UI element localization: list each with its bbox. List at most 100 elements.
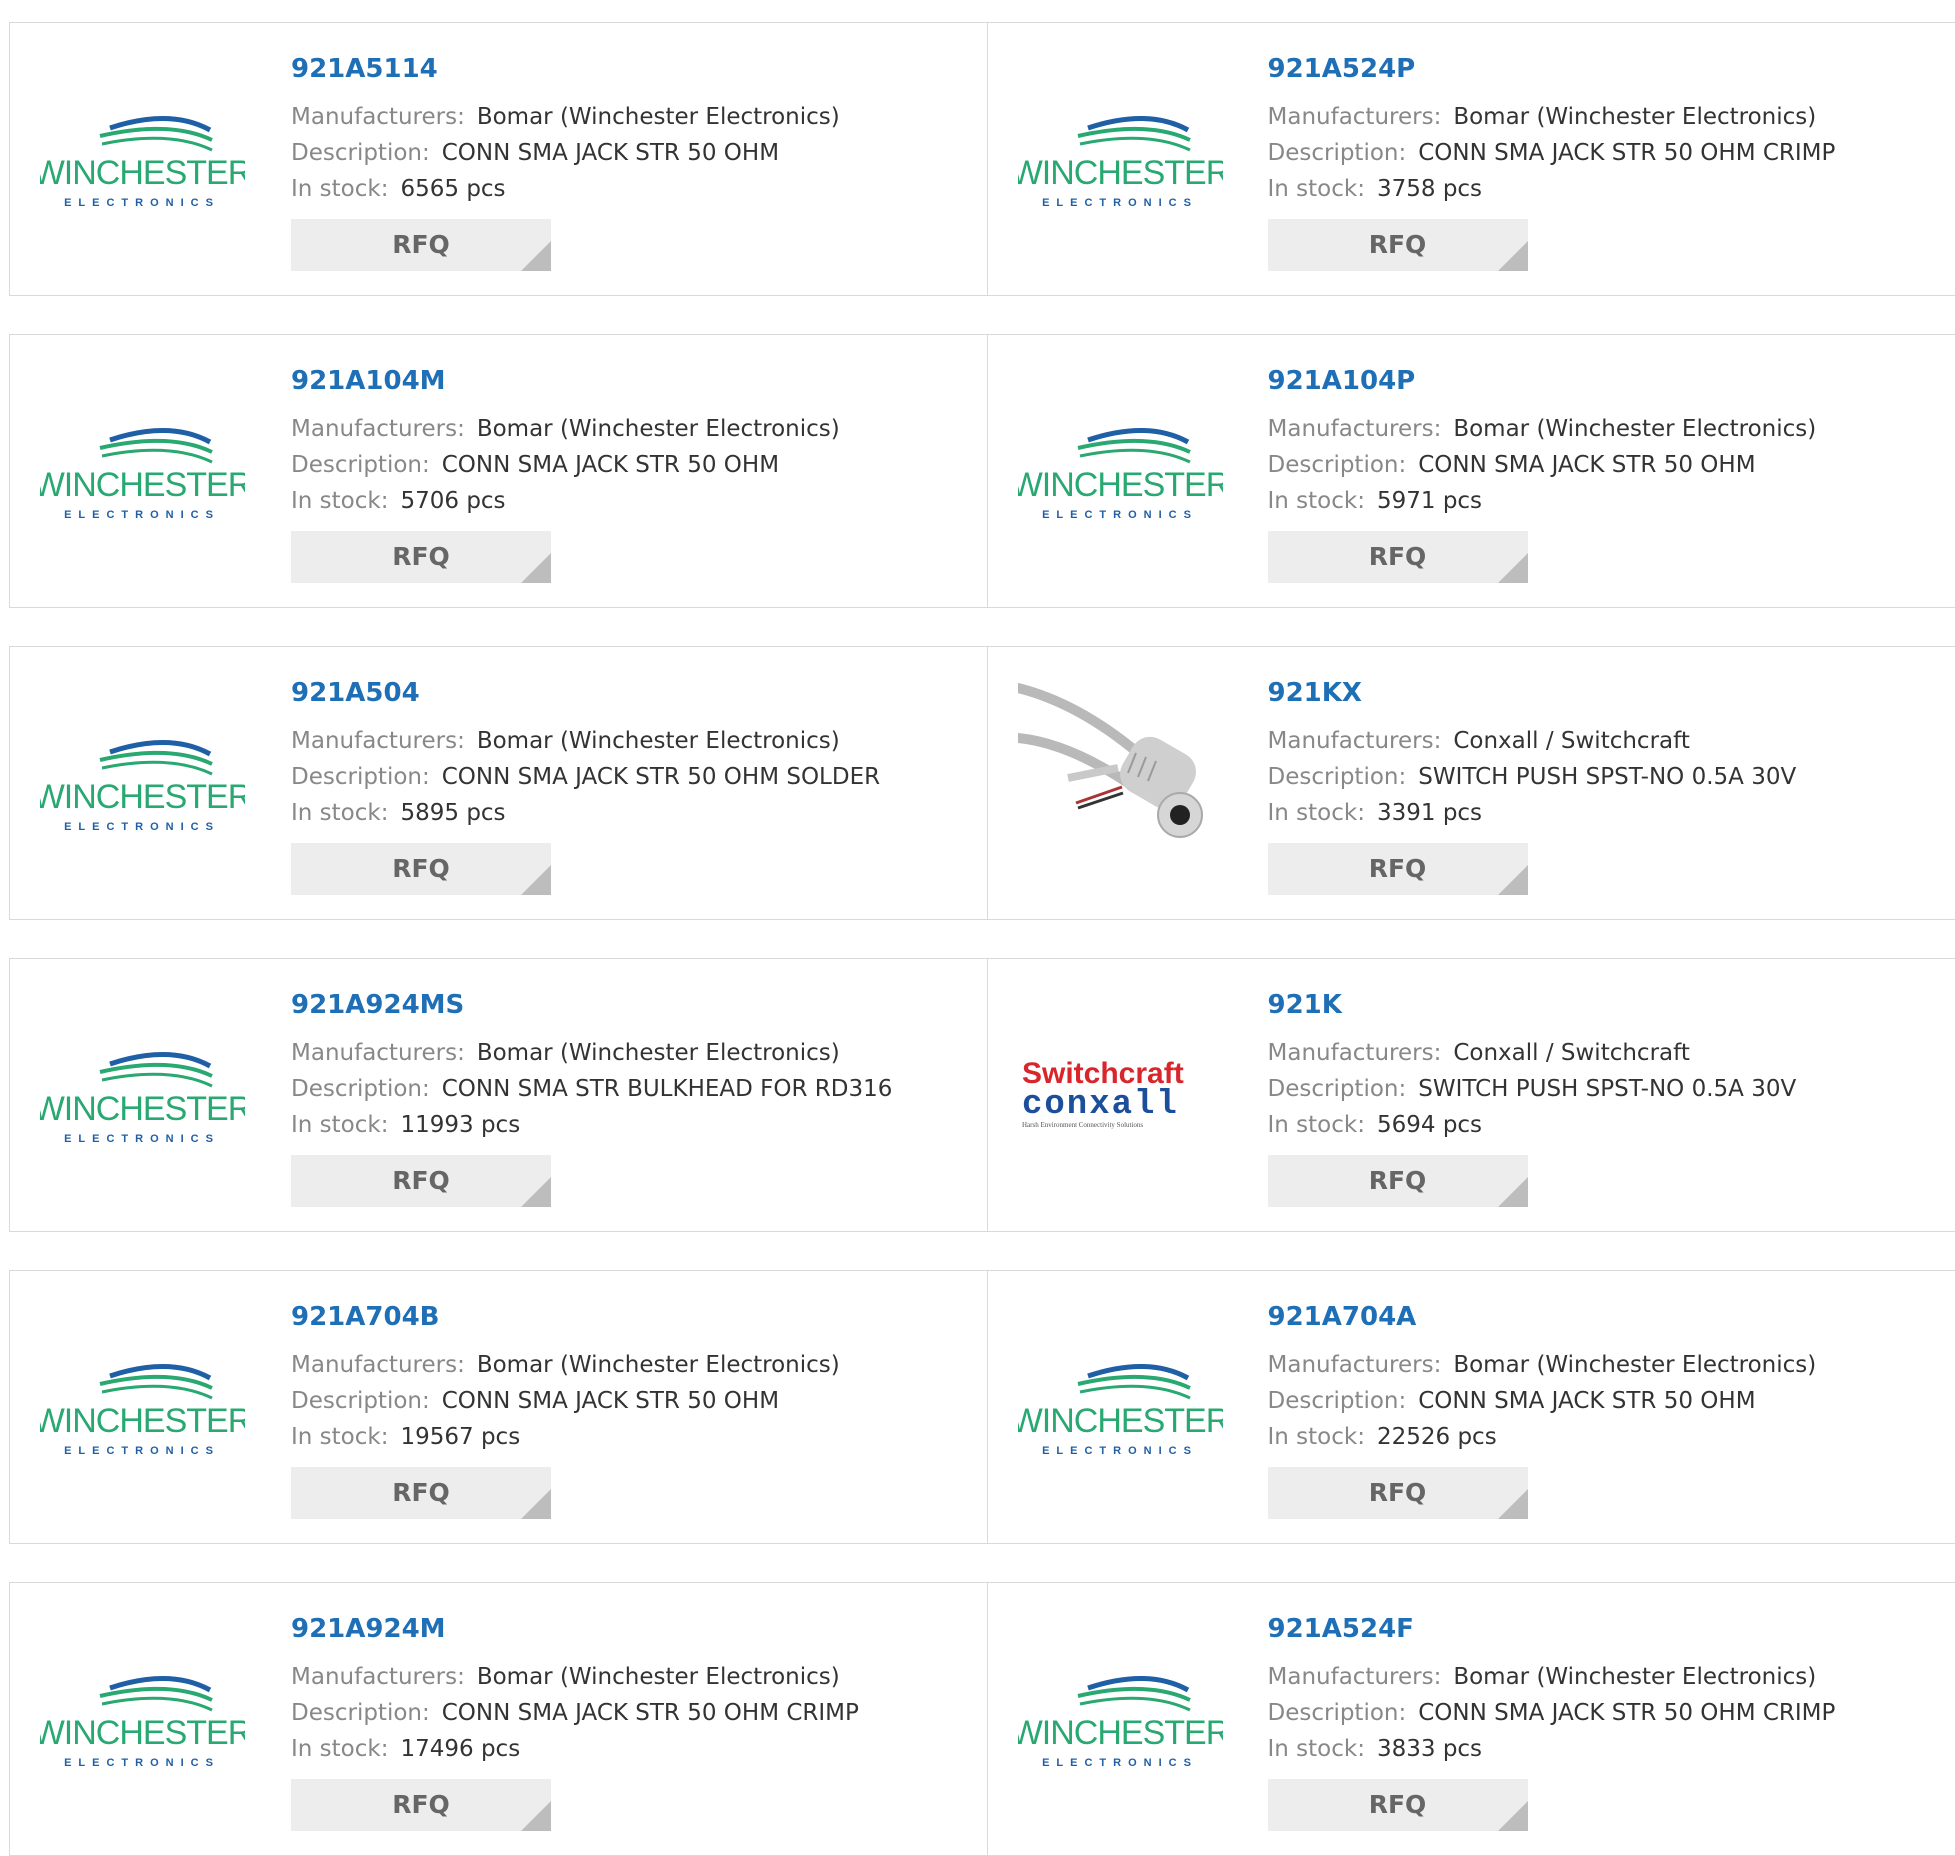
manufacturer-line: Manufacturers:Bomar (Winchester Electron… [1268,1347,1817,1383]
stock-line: In stock:5971 pcs [1268,483,1817,519]
winchester-electronics-logo[interactable]: WINCHESTER ELECTRONICS [40,1309,245,1509]
rfq-button[interactable]: RFQ [291,531,551,583]
manufacturer-line: Manufacturers:Conxall / Switchcraft [1268,723,1797,759]
winchester-electronics-logo[interactable]: WINCHESTER ELECTRONICS [1018,61,1223,261]
winchester-electronics-logo[interactable]: WINCHESTER ELECTRONICS [1018,1621,1223,1821]
corner-triangle-icon [521,1177,551,1207]
rfq-label: RFQ [1369,1478,1427,1507]
stock-value: 3833 pcs [1377,1736,1482,1762]
part-number-link[interactable]: 921A924M [291,1613,859,1645]
rfq-button[interactable]: RFQ [1268,1779,1528,1831]
winchester-wordmark: WINCHESTER [1018,154,1223,192]
description-label: Description: [1268,140,1407,166]
winchester-subtitle: ELECTRONICS [1042,197,1198,209]
manufacturer-line: Manufacturers:Bomar (Winchester Electron… [291,99,840,135]
part-number-link[interactable]: 921A924MS [291,989,892,1021]
manufacturer-value: Bomar (Winchester Electronics) [477,1040,840,1066]
description-line: Description:CONN SMA JACK STR 50 OHM CRI… [291,1695,859,1731]
winchester-electronics-logo[interactable]: WINCHESTER ELECTRONICS [1018,1309,1223,1509]
part-number-link[interactable]: 921A704B [291,1301,840,1333]
description-line: Description: CONN SMA JACK STR 50 OHM [291,447,840,483]
manufacturer-line: Manufacturers:Bomar (Winchester Electron… [291,1035,892,1071]
rfq-label: RFQ [1369,1166,1427,1195]
winchester-wordmark: WINCHESTER [40,154,245,192]
manufacturer-label: Manufacturers: [1268,728,1442,754]
manufacturer-line: Manufacturers:Bomar (Winchester Electron… [1268,1659,1836,1695]
part-number-link[interactable]: 921K [1268,989,1797,1021]
manufacturer-line: Manufacturers:Bomar (Winchester Electron… [1268,411,1817,447]
product-info: 921A524PManufacturers:Bomar (Winchester … [1268,53,1836,271]
product-card: WINCHESTER ELECTRONICS 921A704B Manufactu… [10,1271,987,1543]
rfq-button[interactable]: RFQ [1268,1467,1528,1519]
rfq-label: RFQ [392,854,450,883]
part-number-link[interactable]: 921A524F [1268,1613,1836,1645]
winchester-electronics-logo[interactable]: WINCHESTER ELECTRONICS [40,61,245,261]
rfq-label: RFQ [392,230,450,259]
stock-value: 3391 pcs [1377,800,1482,826]
stock-value: 5694 pcs [1377,1112,1482,1138]
stock-value: 11993 pcs [400,1112,520,1138]
winchester-subtitle: ELECTRONICS [1042,1757,1198,1769]
rfq-label: RFQ [1369,854,1427,883]
manufacturer-line: Manufacturers:Conxall / Switchcraft [1268,1035,1797,1071]
manufacturer-label: Manufacturers: [1268,104,1442,130]
part-number-link[interactable]: 921A504 [291,677,880,709]
rfq-button[interactable]: RFQ [291,1467,551,1519]
part-number-link[interactable]: 921A5114 [291,53,840,85]
manufacturer-label: Manufacturers: [291,1352,465,1378]
manufacturer-line: Manufacturers: Bomar (Winchester Electron… [291,1347,840,1383]
manufacturer-value: Bomar (Winchester Electronics) [477,1352,840,1378]
part-number-link[interactable]: 921A704A [1268,1301,1817,1333]
winchester-subtitle: ELECTRONICS [64,197,220,209]
stock-line: In stock:17496 pcs [291,1731,859,1767]
stock-label: In stock: [1268,800,1365,826]
stock-label: In stock: [1268,488,1365,514]
rfq-label: RFQ [392,1478,450,1507]
winchester-electronics-logo[interactable]: WINCHESTER ELECTRONICS [1018,373,1223,573]
rfq-button[interactable]: RFQ [1268,531,1528,583]
stock-value: 22526 pcs [1377,1424,1497,1450]
winchester-wordmark: WINCHESTER [40,1402,245,1440]
product-card: WINCHESTER ELECTRONICS 921A524F Manufactu… [987,1583,1955,1855]
description-label: Description: [291,764,430,790]
product-info: 921A924MS Manufacturers:Bomar (Winchester… [291,989,892,1207]
manufacturer-value: Conxall / Switchcraft [1453,1040,1690,1066]
part-number-link[interactable]: 921A104P [1268,365,1817,397]
stock-label: In stock: [1268,1736,1365,1762]
rfq-button[interactable]: RFQ [291,1155,551,1207]
rfq-button[interactable]: RFQ [1268,1155,1528,1207]
stock-value: 5706 pcs [400,488,505,514]
stock-value: 6565 pcs [400,176,505,202]
manufacturer-value: Bomar (Winchester Electronics) [1453,1664,1816,1690]
description-value: CONN SMA JACK STR 50 OHM [442,452,779,478]
winchester-electronics-logo[interactable]: WINCHESTER ELECTRONICS [40,373,245,573]
rfq-button[interactable]: RFQ [1268,843,1528,895]
rfq-button[interactable]: RFQ [1268,219,1528,271]
stock-value: 5895 pcs [400,800,505,826]
winchester-electronics-logo[interactable]: WINCHESTER ELECTRONICS [40,1621,245,1821]
product-grid: WINCHESTER ELECTRONICS 921A5114 Manufactu… [0,0,1955,1840]
description-label: Description: [1268,764,1407,790]
manufacturer-value: Bomar (Winchester Electronics) [1453,1352,1816,1378]
description-line: Description:SWITCH PUSH SPST-NO 0.5A 30V [1268,759,1797,795]
rfq-button[interactable]: RFQ [291,1779,551,1831]
rfq-label: RFQ [1369,542,1427,571]
winchester-electronics-logo[interactable]: WINCHESTER ELECTRONICS [40,997,245,1197]
description-line: Description:CONN SMA JACK STR 50 OHM [291,1383,840,1419]
product-photo-cable[interactable] [1018,685,1223,885]
rfq-button[interactable]: RFQ [291,843,551,895]
product-card: WINCHESTER ELECTRONICS 921A524P Manufactu… [987,23,1955,295]
product-info: 921A5114 Manufacturers:Bomar (Winchester … [291,53,840,271]
part-number-link[interactable]: 921KX [1268,677,1797,709]
description-label: Description: [291,452,430,478]
winchester-electronics-logo[interactable]: WINCHESTER ELECTRONICS [40,685,245,885]
product-info: 921A504Manufacturers:Bomar (Winchester E… [291,677,880,895]
rfq-button[interactable]: RFQ [291,219,551,271]
part-number-link[interactable]: 921A524P [1268,53,1836,85]
stock-value: 17496 pcs [400,1736,520,1762]
corner-triangle-icon [1498,1801,1528,1831]
part-number-link[interactable]: 921A104M [291,365,840,397]
switchcraft-conxall-logo[interactable]: Switchcraft conxall Harsh Environment Co… [1018,997,1223,1197]
product-card: Switchcraft conxall Harsh Environment Co… [987,959,1955,1231]
manufacturer-value: Bomar (Winchester Electronics) [477,1664,840,1690]
